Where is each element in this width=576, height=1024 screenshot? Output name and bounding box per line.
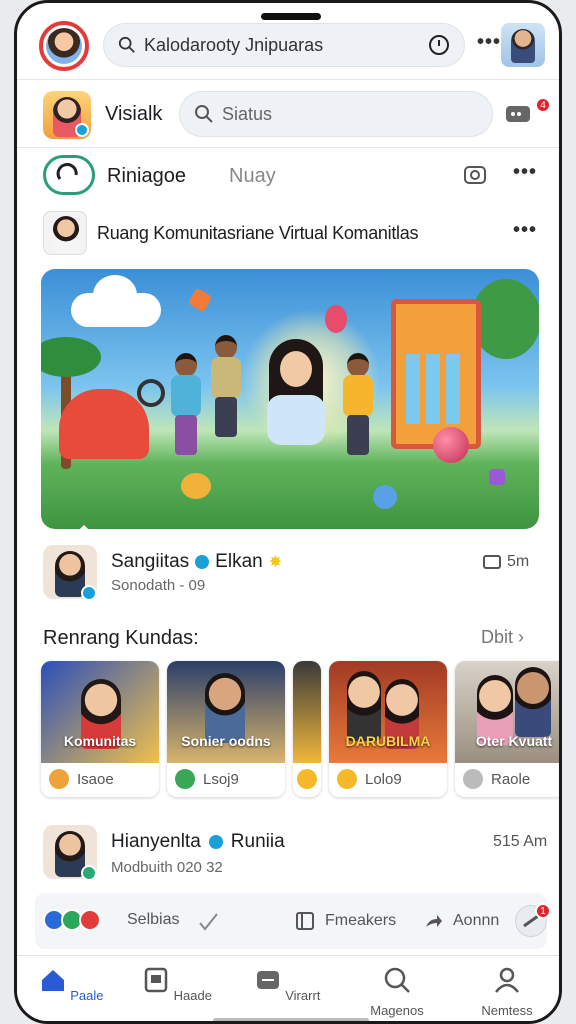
post-meta: 515 Am: [493, 833, 548, 850]
card-caption: Oter Kvuatt: [475, 733, 553, 749]
post-image[interactable]: [41, 269, 539, 529]
card-caption: DARUBILMA: [345, 733, 431, 749]
emoji-icon: [337, 769, 357, 789]
more-icon[interactable]: •••: [513, 161, 537, 184]
divider: [17, 79, 559, 80]
page-subtitle: Nuay: [229, 165, 276, 187]
status-placeholder: Siatus: [222, 103, 273, 124]
post-title: Ruang Komunitasriane Virtual Komanitlas: [97, 223, 419, 243]
share-arrow-icon: [426, 915, 442, 927]
more-icon[interactable]: •••: [513, 219, 537, 242]
user-avatar[interactable]: [501, 23, 545, 67]
profile-avatar[interactable]: [39, 21, 89, 71]
video-icon: [256, 971, 279, 989]
author-row: Sangiitas Elkan ✸ Sonodath - 09 5m: [17, 545, 559, 601]
phone-frame: Kalodarooty Jnipuaras ••• Visialk Siatus…: [14, 0, 562, 1024]
section-more-link[interactable]: Dbit ›: [481, 627, 524, 648]
post-row: Hianyenlta Runiia Modbuith 020 32 515 Am: [17, 825, 559, 885]
verified-icon: [208, 835, 223, 849]
clock-icon[interactable]: [428, 34, 450, 56]
top-bar: Kalodarooty Jnipuaras •••: [17, 21, 559, 71]
card-carousel[interactable]: Komunitas Isaoe Sonier oodns Lsoj9 DARUB…: [41, 661, 559, 797]
nav-profile[interactable]: Nemtess: [467, 966, 547, 1018]
more-icon[interactable]: •••: [477, 31, 501, 54]
community-card[interactable]: Oter Kvuatt Raole: [455, 661, 559, 797]
author-name[interactable]: Hianyenlta Runiia: [111, 831, 285, 853]
comment-button[interactable]: Fmeakers: [295, 911, 396, 931]
search-text: Kalodarooty Jnipuaras: [144, 34, 324, 55]
child-figure: [209, 335, 243, 445]
search-icon: [118, 36, 135, 53]
building-shape: [391, 299, 481, 449]
page-row: Riniagoe Nuay •••: [17, 151, 559, 201]
bottom-nav: Paale Haade Virarrt Magenos Nemtess: [17, 955, 559, 1021]
message-badge: 4: [535, 97, 551, 113]
section-title: Renrang Kundas:: [43, 627, 199, 649]
card-caption: Sonier oodns: [181, 733, 271, 749]
slide-shape: [59, 389, 149, 459]
message-icon[interactable]: [505, 103, 533, 125]
book-icon: [296, 912, 314, 930]
action-bar: Selbias Fmeakers Aonnn 1: [35, 893, 551, 949]
community-card[interactable]: [293, 661, 321, 797]
community-card[interactable]: Komunitas Isaoe: [41, 661, 159, 797]
author-name[interactable]: Sangiitas Elkan ✸: [111, 551, 282, 573]
notch: [261, 13, 321, 20]
check-icon[interactable]: [197, 911, 219, 933]
profile-icon: [495, 967, 519, 993]
notification-badge: 1: [535, 903, 551, 919]
post-time: Modbuith 020 32: [111, 859, 223, 876]
search-icon: [195, 105, 213, 123]
author-time: Sonodath - 09: [111, 577, 206, 594]
reactions-icon[interactable]: [43, 909, 101, 931]
nav-search[interactable]: Magenos: [357, 966, 437, 1018]
cloud-shape: [71, 275, 161, 327]
search-icon: [463, 769, 483, 789]
post-header: Ruang Komunitasriane Virtual Komanitlas …: [17, 209, 559, 257]
swirl-icon: [56, 163, 78, 180]
nav-home[interactable]: Paale: [31, 966, 111, 1003]
divider: [17, 147, 559, 148]
share-icon[interactable]: [463, 163, 487, 187]
nav-pages[interactable]: Haade: [137, 966, 217, 1003]
post-avatar[interactable]: [43, 211, 87, 255]
chevron-right-icon: ›: [513, 627, 525, 647]
search-bar[interactable]: Kalodarooty Jnipuaras: [103, 23, 465, 67]
share-button[interactable]: Aonnn: [423, 911, 499, 931]
reactions-button[interactable]: Selbias: [127, 911, 179, 929]
status-name: Visialk: [105, 103, 163, 125]
status-input[interactable]: Siatus: [179, 91, 493, 137]
emoji-icon: [297, 769, 317, 789]
heart-icon: [175, 769, 195, 789]
camera-icon: [483, 555, 501, 569]
page-name[interactable]: Riniagoe: [107, 165, 186, 188]
girl-figure: [263, 339, 329, 459]
community-card[interactable]: Sonier oodns Lsoj9: [167, 661, 285, 797]
status-row: Visialk Siatus 4: [17, 85, 559, 145]
card-caption: Komunitas: [63, 733, 137, 749]
child-figure: [169, 353, 203, 463]
community-card[interactable]: DARUBILMA Lolo9: [329, 661, 447, 797]
home-indicator: [213, 1018, 369, 1021]
post-meta: 5m: [483, 553, 529, 571]
home-icon: [41, 970, 64, 991]
child-figure: [341, 353, 375, 463]
page-logo[interactable]: [43, 155, 95, 195]
star-icon: ✸: [268, 554, 283, 571]
page-icon: [144, 967, 168, 993]
verified-icon: [195, 555, 210, 569]
emoji-icon: [49, 769, 69, 789]
status-avatar[interactable]: [43, 91, 91, 139]
search-icon: [384, 967, 410, 993]
nav-video[interactable]: Virarrt: [247, 966, 327, 1003]
